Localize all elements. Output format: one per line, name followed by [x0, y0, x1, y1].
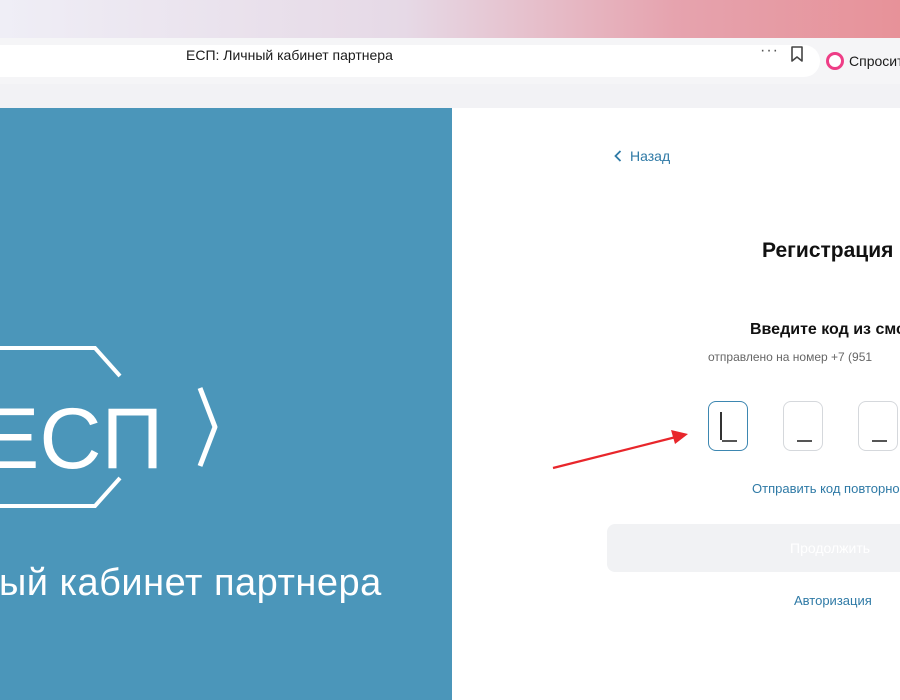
- browser-address-bar: ЕСП: Личный кабинет партнера ··· Спросит…: [0, 38, 900, 85]
- brand-panel: ЕСП Личный кабинет партнера: [0, 108, 452, 700]
- code-digit-1-input[interactable]: [708, 401, 748, 451]
- text-cursor: [720, 412, 722, 440]
- digit-placeholder-dash: [722, 440, 737, 442]
- bookmark-icon[interactable]: [790, 46, 804, 67]
- resend-code-link[interactable]: Отправить код повторно: [752, 481, 900, 496]
- cabinet-title-text: Личный кабинет партнера: [0, 562, 382, 604]
- sent-to-phone-text: отправлено на номер +7 (951: [708, 350, 873, 364]
- cabinet-title: Личный кабинет партнера: [0, 562, 452, 605]
- continue-button[interactable]: Продолжить: [607, 524, 900, 572]
- registration-heading: Регистрация: [762, 239, 894, 262]
- browser-titlebar: [0, 0, 900, 38]
- code-digit-3-input[interactable]: [858, 401, 898, 451]
- assistant-icon: [826, 52, 844, 70]
- code-digit-2-input[interactable]: [783, 401, 823, 451]
- continue-button-label: Продолжить: [790, 540, 871, 556]
- browser-toolbar-strip: [0, 84, 900, 108]
- url-field[interactable]: [0, 45, 820, 77]
- registration-panel: Назад Регистрация Введите код из смс отп…: [452, 108, 900, 700]
- browser-page-title: ЕСП: Личный кабинет партнера: [186, 47, 393, 63]
- ask-assistant-button[interactable]: Спросить: [826, 49, 900, 73]
- ask-assistant-label: Спросить: [849, 53, 900, 69]
- esp-logo: ЕСП: [0, 346, 218, 508]
- back-link[interactable]: Назад: [614, 148, 670, 164]
- more-options-icon[interactable]: ···: [760, 42, 779, 60]
- authorization-link[interactable]: Авторизация: [794, 593, 872, 608]
- esp-logo-text: ЕСП: [0, 391, 163, 487]
- digit-placeholder-dash: [872, 440, 887, 442]
- enter-code-heading: Введите код из смс: [750, 321, 900, 338]
- back-link-label: Назад: [630, 148, 671, 164]
- chevron-left-icon: [614, 150, 622, 162]
- digit-placeholder-dash: [797, 440, 812, 442]
